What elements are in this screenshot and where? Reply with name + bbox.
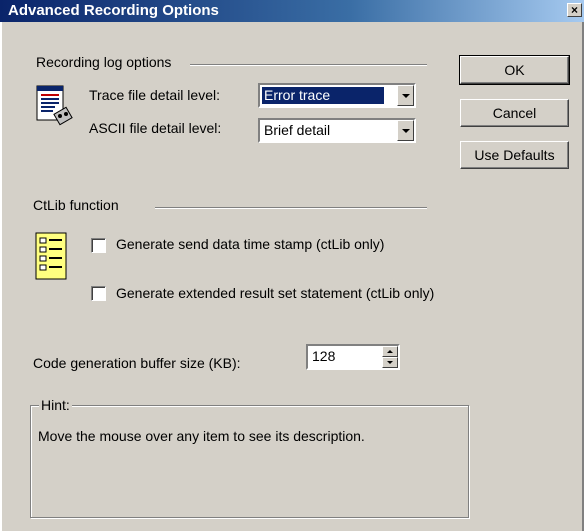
- ascii-file-selected-value: Brief detail: [264, 122, 331, 138]
- advanced-recording-options-dialog: Advanced Recording Options × Recording l…: [0, 0, 584, 531]
- spin-down-icon[interactable]: [382, 357, 398, 368]
- ok-button[interactable]: OK: [459, 55, 570, 85]
- trace-file-label: Trace file detail level:: [89, 87, 220, 103]
- trace-file-selected-value: Error trace: [261, 86, 385, 105]
- recording-log-section-label: Recording log options: [36, 54, 172, 70]
- send-data-timestamp-checkbox[interactable]: [91, 238, 106, 253]
- recording-log-divider: [190, 64, 427, 66]
- buffer-size-label: Code generation buffer size (KB):: [33, 355, 241, 371]
- checklist-icon: [35, 232, 67, 280]
- close-icon: ×: [570, 3, 578, 17]
- document-log-icon: [36, 85, 73, 126]
- hint-legend: Hint:: [39, 397, 72, 413]
- ascii-file-detail-dropdown[interactable]: Brief detail: [258, 118, 416, 143]
- ctlib-section-label: CtLib function: [33, 197, 119, 213]
- cancel-button[interactable]: Cancel: [460, 99, 569, 127]
- buffer-size-value[interactable]: 128: [312, 348, 335, 364]
- hint-text: Move the mouse over any item to see its …: [38, 428, 365, 444]
- extended-result-set-label[interactable]: Generate extended result set statement (…: [116, 285, 434, 301]
- trace-file-detail-dropdown[interactable]: Error trace: [258, 83, 416, 108]
- extended-result-set-checkbox[interactable]: [91, 286, 106, 301]
- window-border-left: [0, 22, 2, 531]
- chevron-down-icon[interactable]: [397, 120, 414, 141]
- hint-groupbox: Hint: Move the mouse over any item to se…: [30, 397, 469, 518]
- spin-buttons: [382, 346, 398, 368]
- title-bar: Advanced Recording Options ×: [0, 0, 584, 22]
- spin-up-icon[interactable]: [382, 346, 398, 357]
- close-button[interactable]: ×: [567, 3, 582, 17]
- ascii-file-label: ASCII file detail level:: [89, 120, 222, 136]
- chevron-down-icon[interactable]: [397, 85, 414, 106]
- send-data-timestamp-label[interactable]: Generate send data time stamp (ctLib onl…: [116, 236, 384, 252]
- ctlib-divider: [155, 207, 427, 209]
- use-defaults-button[interactable]: Use Defaults: [460, 141, 569, 169]
- buffer-size-stepper[interactable]: 128: [306, 344, 400, 370]
- dialog-title: Advanced Recording Options: [8, 2, 219, 19]
